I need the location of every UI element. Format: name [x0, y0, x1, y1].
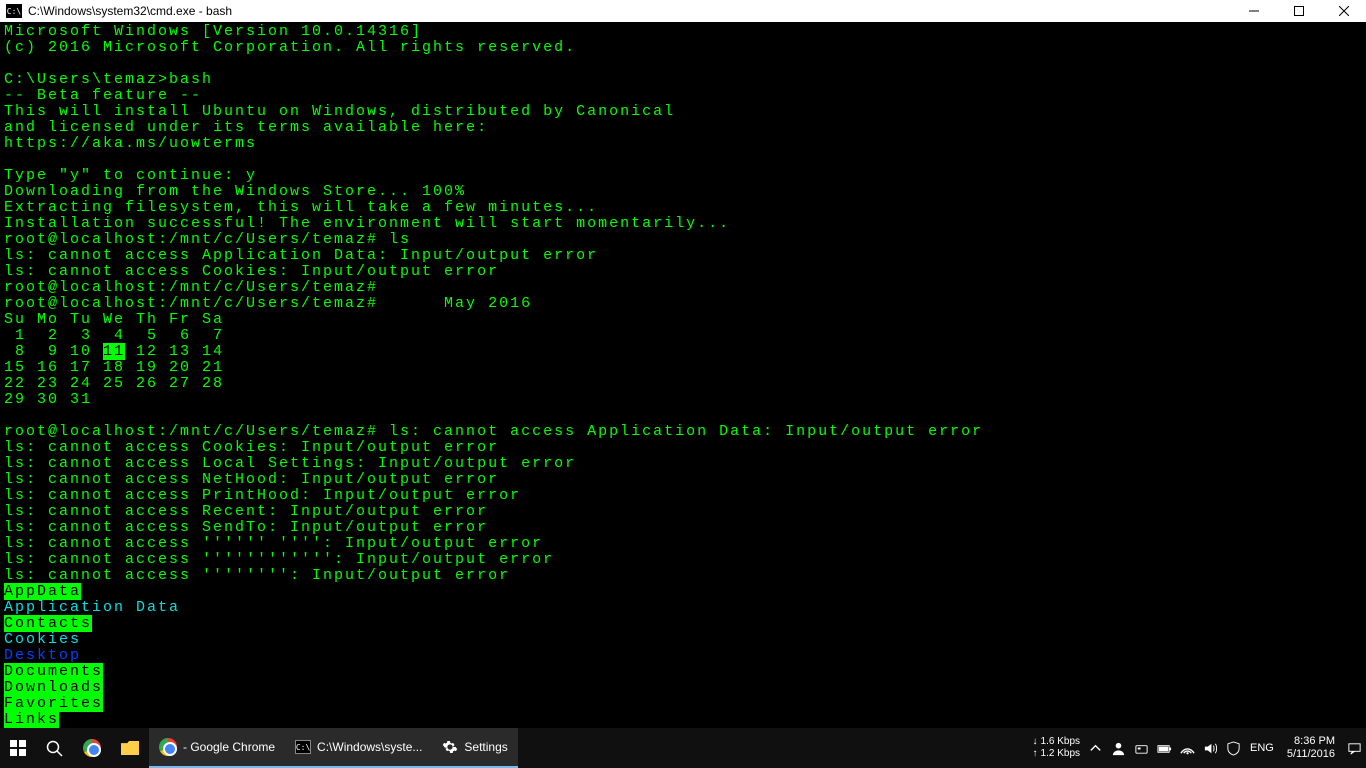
terminal-line: -- Beta feature -- — [4, 88, 1362, 104]
terminal-line — [4, 152, 1362, 168]
terminal-line: Microsoft Windows [Version 10.0.14316] — [4, 24, 1362, 40]
clock[interactable]: 8:36 PM 5/11/2016 — [1279, 735, 1343, 761]
minimize-button[interactable] — [1231, 0, 1276, 22]
network-meter[interactable]: ↓1.6 Kbps ↑1.2 Kbps — [1028, 736, 1084, 760]
close-button[interactable] — [1321, 0, 1366, 22]
search-icon — [46, 740, 63, 757]
terminal-line: Documents — [4, 664, 1362, 680]
terminal-line: AppData — [4, 584, 1362, 600]
terminal-line: 22 23 24 25 26 27 28 — [4, 376, 1362, 392]
taskbar-app-chrome[interactable]: - Google Chrome — [149, 728, 285, 768]
window-title: C:\Windows\system32\cmd.exe - bash — [28, 4, 232, 18]
explorer-pinned[interactable] — [111, 728, 149, 768]
terminal-line — [4, 56, 1362, 72]
terminal-line: ls: cannot access Recent: Input/output e… — [4, 504, 1362, 520]
terminal-line — [4, 408, 1362, 424]
terminal-line: Downloads — [4, 680, 1362, 696]
terminal-line: Downloading from the Windows Store... 10… — [4, 184, 1362, 200]
terminal-line: ls: cannot access NetHood: Input/output … — [4, 472, 1362, 488]
terminal-output[interactable]: Microsoft Windows [Version 10.0.14316](c… — [0, 22, 1366, 728]
terminal-line: 1 2 3 4 5 6 7 — [4, 328, 1362, 344]
terminal-line: ls: cannot access Local Settings: Input/… — [4, 456, 1362, 472]
defender-icon[interactable] — [1222, 741, 1245, 756]
terminal-line: root@localhost:/mnt/c/Users/temaz# — [4, 280, 1362, 296]
terminal-line: This will install Ubuntu on Windows, dis… — [4, 104, 1362, 120]
search-button[interactable] — [36, 728, 73, 768]
terminal-line: ls: cannot access SendTo: Input/output e… — [4, 520, 1362, 536]
maximize-button[interactable] — [1276, 0, 1321, 22]
taskbar-app-label: Settings — [464, 740, 507, 754]
terminal-line: root@localhost:/mnt/c/Users/temaz# ls — [4, 232, 1362, 248]
terminal-line: ls: cannot access '''''''': Input/output… — [4, 568, 1362, 584]
terminal-line: Installation successful! The environment… — [4, 216, 1362, 232]
volume-icon[interactable] — [1199, 741, 1222, 756]
terminal-line: (c) 2016 Microsoft Corporation. All righ… — [4, 40, 1362, 56]
taskbar-app-cmd[interactable]: C:\ C:\Windows\syste... — [285, 728, 432, 768]
terminal-line: ls: cannot access '''''''''''': Input/ou… — [4, 552, 1362, 568]
terminal-line: ls: cannot access Cookies: Input/output … — [4, 264, 1362, 280]
battery-icon[interactable] — [1153, 741, 1176, 756]
chrome-pinned[interactable] — [73, 728, 111, 768]
taskbar-app-label: C:\Windows\syste... — [317, 740, 422, 754]
terminal-line: Contacts — [4, 616, 1362, 632]
chrome-icon — [83, 739, 101, 757]
language-indicator[interactable]: ENG — [1245, 742, 1279, 754]
chrome-icon — [159, 738, 177, 756]
terminal-line: https://aka.ms/uowterms — [4, 136, 1362, 152]
taskbar: - Google Chrome C:\ C:\Windows\syste... … — [0, 728, 1366, 768]
cmd-icon: C:\ — [295, 740, 311, 754]
terminal-line: Su Mo Tu We Th Fr Sa — [4, 312, 1362, 328]
system-tray: ↓1.6 Kbps ↑1.2 Kbps ENG 8:36 PM 5/11/201… — [1028, 728, 1366, 768]
bluetooth-icon[interactable] — [1130, 741, 1153, 756]
action-center-icon[interactable] — [1343, 741, 1366, 756]
terminal-line: Cookies — [4, 632, 1362, 648]
windows-icon — [10, 740, 26, 756]
terminal-line: Desktop — [4, 648, 1362, 664]
cmd-icon: C:\ — [6, 4, 22, 18]
terminal-line: and licensed under its terms available h… — [4, 120, 1362, 136]
terminal-line: ls: cannot access PrintHood: Input/outpu… — [4, 488, 1362, 504]
terminal-line: Extracting filesystem, this will take a … — [4, 200, 1362, 216]
terminal-line: Application Data — [4, 600, 1362, 616]
window-titlebar: C:\ C:\Windows\system32\cmd.exe - bash — [0, 0, 1366, 22]
gear-icon — [442, 739, 458, 755]
terminal-line: root@localhost:/mnt/c/Users/temaz# May 2… — [4, 296, 1362, 312]
folder-icon — [121, 741, 139, 755]
terminal-line: Favorites — [4, 696, 1362, 712]
network-icon[interactable] — [1176, 741, 1199, 756]
people-icon[interactable] — [1107, 741, 1130, 756]
terminal-line: Type "y" to continue: y — [4, 168, 1362, 184]
terminal-line: root@localhost:/mnt/c/Users/temaz# ls: c… — [4, 424, 1362, 440]
start-button[interactable] — [0, 728, 36, 768]
terminal-line: ls: cannot access Application Data: Inpu… — [4, 248, 1362, 264]
terminal-line: 15 16 17 18 19 20 21 — [4, 360, 1362, 376]
tray-overflow-icon[interactable] — [1084, 741, 1107, 756]
terminal-line: 8 9 10 11 12 13 14 — [4, 344, 1362, 360]
taskbar-app-label: - Google Chrome — [183, 740, 275, 754]
terminal-line: ls: cannot access '''''' '''': Input/out… — [4, 536, 1362, 552]
taskbar-app-settings[interactable]: Settings — [432, 728, 517, 768]
terminal-line: 29 30 31 — [4, 392, 1362, 408]
terminal-line: C:\Users\temaz>bash — [4, 72, 1362, 88]
terminal-line: ls: cannot access Cookies: Input/output … — [4, 440, 1362, 456]
terminal-line: Links — [4, 712, 1362, 728]
